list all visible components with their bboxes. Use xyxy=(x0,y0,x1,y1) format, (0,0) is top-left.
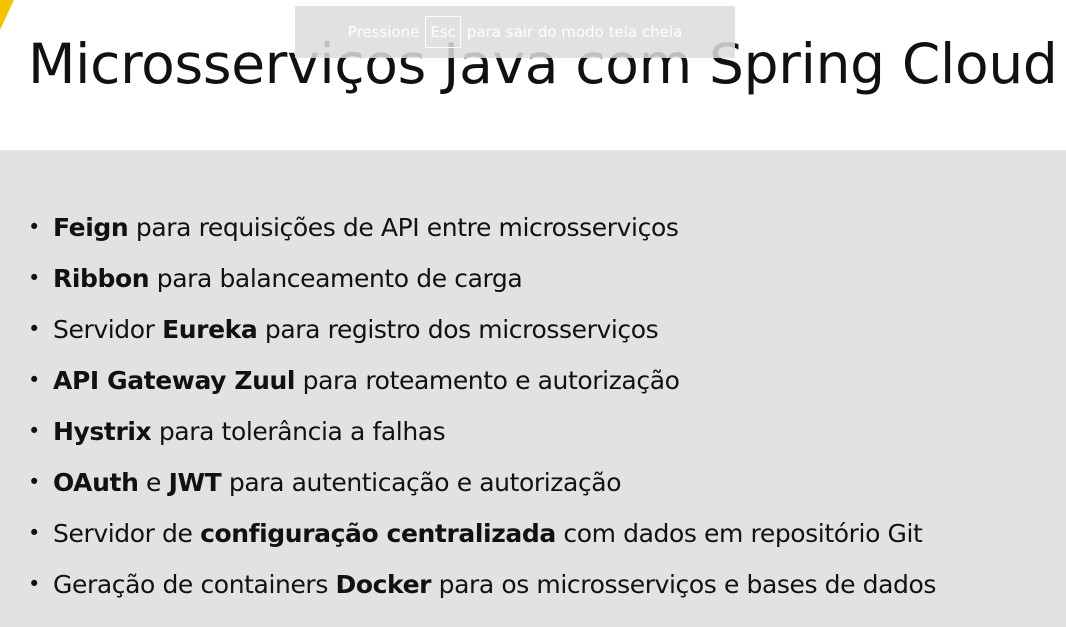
bullet-item: • Ribbon para balanceamento de carga xyxy=(28,253,936,304)
bullet-text-segment: para registro dos microsserviços xyxy=(257,315,659,344)
bullet-text-segment: Servidor xyxy=(53,315,163,344)
bullet-text-segment: para roteamento e autorização xyxy=(295,366,680,395)
bullet-keyword: configuração centralizada xyxy=(200,519,556,548)
bullet-dot: • xyxy=(28,266,40,290)
bullet-text: Servidor de configuração centralizada co… xyxy=(53,508,923,559)
bullet-item: • Geração de containers Docker para os mi… xyxy=(28,559,936,610)
bullet-text: Hystrix para tolerância a falhas xyxy=(53,406,446,457)
bullet-dot: • xyxy=(28,368,40,392)
bullet-dot: • xyxy=(28,470,40,494)
bullet-text-segment: para balanceamento de carga xyxy=(149,264,523,293)
bullet-text: Feign para requisições de API entre micr… xyxy=(53,202,679,253)
bullet-item: • API Gateway Zuul para roteamento e auto… xyxy=(28,355,936,406)
bullet-dot: • xyxy=(28,419,40,443)
bullet-dot: • xyxy=(28,572,40,596)
esc-key-hint: Esc xyxy=(425,16,461,48)
bullet-text-segment: para autenticação e autorização xyxy=(221,468,622,497)
bullet-text-segment: com dados em repositório Git xyxy=(555,519,923,548)
bullet-item: • Servidor de configuração centralizada c… xyxy=(28,508,936,559)
bullet-item: • Servidor Eureka para registro dos micro… xyxy=(28,304,936,355)
content-panel: • Feign para requisições de API entre mic… xyxy=(0,150,1066,627)
bullet-text-segment: para requisições de API entre microsserv… xyxy=(128,213,679,242)
bullet-item: • Hystrix para tolerância a falhas xyxy=(28,406,936,457)
bullet-text-segment: para os microsserviços e bases de dados xyxy=(431,570,937,599)
bullet-keyword: JWT xyxy=(168,468,222,497)
bullet-text: Ribbon para balanceamento de carga xyxy=(53,253,523,304)
bullet-text-segment: e xyxy=(138,468,169,497)
bullet-text: Servidor Eureka para registro dos micros… xyxy=(53,304,659,355)
bullet-keyword: OAuth xyxy=(53,468,139,497)
bullet-text-segment: para tolerância a falhas xyxy=(151,417,446,446)
bullet-keyword: Eureka xyxy=(162,315,258,344)
bullet-text-segment: Geração de containers xyxy=(53,570,336,599)
bullet-dot: • xyxy=(28,521,40,545)
bullet-text: API Gateway Zuul para roteamento e autor… xyxy=(53,355,680,406)
bullet-keyword: Docker xyxy=(335,570,432,599)
fullscreen-exit-notice: Pressione Esc para sair do modo tela che… xyxy=(295,6,735,58)
bullet-keyword: Ribbon xyxy=(53,264,150,293)
bullet-keyword: Feign xyxy=(53,213,129,242)
bullet-keyword: Hystrix xyxy=(53,417,152,446)
bullet-text-segment: Servidor de xyxy=(53,519,201,548)
bullet-item: • Feign para requisições de API entre mic… xyxy=(28,202,936,253)
fullscreen-notice-prefix: Pressione xyxy=(347,23,420,41)
bullet-dot: • xyxy=(28,215,40,239)
bullet-dot: • xyxy=(28,317,40,341)
corner-accent-shape xyxy=(0,0,14,30)
bullet-list: • Feign para requisições de API entre mic… xyxy=(28,202,936,610)
bullet-keyword: API Gateway Zuul xyxy=(53,366,296,395)
bullet-item: • OAuth e JWT para autenticação e autoriz… xyxy=(28,457,936,508)
bullet-text: Geração de containers Docker para os mic… xyxy=(53,559,936,610)
fullscreen-notice-suffix: para sair do modo tela cheia xyxy=(466,23,683,41)
bullet-text: OAuth e JWT para autenticação e autoriza… xyxy=(53,457,622,508)
